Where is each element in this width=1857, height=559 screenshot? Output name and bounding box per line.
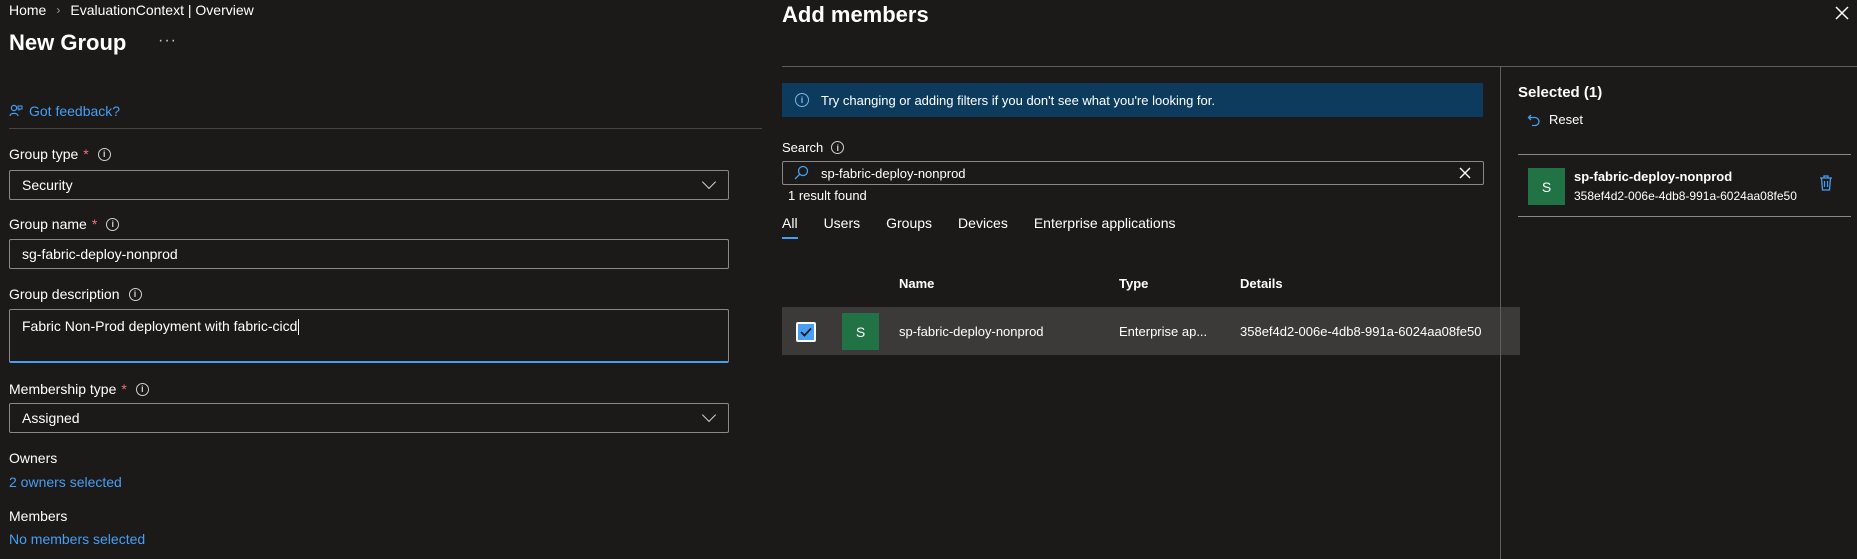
row-type: Enterprise ap... (1119, 324, 1208, 339)
dismiss-icon[interactable] (1457, 165, 1473, 181)
text-cursor (298, 319, 300, 336)
info-icon[interactable]: i (106, 217, 120, 231)
membership-type-label: Membership type * i (9, 381, 149, 397)
selected-item-name: sp-fabric-deploy-nonprod (1574, 169, 1733, 184)
group-type-dropdown[interactable]: Security (9, 170, 729, 200)
panel-divider (1500, 66, 1501, 559)
close-icon[interactable] (1833, 4, 1851, 22)
breadcrumb-home[interactable]: Home (9, 2, 46, 18)
search-input[interactable]: sp-fabric-deploy-nonprod (782, 161, 1484, 185)
info-icon[interactable]: i (831, 141, 845, 154)
group-name-value: sg-fabric-deploy-nonprod (22, 246, 178, 262)
divider (1518, 154, 1851, 155)
info-icon: i (795, 93, 809, 107)
filter-tabs: All Users Groups Devices Enterprise appl… (782, 215, 1201, 239)
group-description-label-text: Group description (9, 286, 120, 302)
row-details: 358ef4d2-006e-4db8-991a-6024aa08fe50 (1240, 324, 1482, 339)
membership-type-value: Assigned (22, 410, 80, 426)
table-header: Name Type Details (782, 276, 1520, 296)
selected-item-details: 358ef4d2-006e-4db8-991a-6024aa08fe50 (1574, 189, 1797, 203)
reset-label: Reset (1549, 112, 1583, 127)
chevron-down-icon (701, 174, 717, 190)
tab-devices[interactable]: Devices (958, 215, 1008, 239)
group-description-label: Group description i (9, 286, 142, 302)
checkmark-icon (800, 327, 812, 337)
result-count: 1 result found (788, 188, 867, 203)
search-value: sp-fabric-deploy-nonprod (821, 165, 966, 181)
group-name-input[interactable]: sg-fabric-deploy-nonprod (9, 239, 729, 269)
divider (782, 66, 1857, 67)
trash-icon[interactable] (1818, 174, 1834, 192)
owners-link[interactable]: 2 owners selected (9, 474, 122, 490)
breadcrumb-context[interactable]: EvaluationContext | Overview (70, 2, 253, 18)
page-title: New Group (9, 30, 127, 55)
group-description-value: Fabric Non-Prod deployment with fabric-c… (22, 318, 298, 334)
required-asterisk: * (91, 216, 98, 232)
members-label-text: Members (9, 508, 68, 524)
banner-text: Try changing or adding filters if you do… (821, 92, 1215, 108)
avatar: S (1528, 168, 1565, 205)
table-row[interactable]: S sp-fabric-deploy-nonprod Enterprise ap… (782, 307, 1520, 355)
group-type-label: Group type * i (9, 146, 111, 162)
membership-type-label-text: Membership type (9, 381, 117, 397)
avatar: S (842, 313, 879, 350)
search-label: Search i (782, 140, 845, 155)
search-icon (794, 165, 809, 180)
info-icon[interactable]: i (135, 382, 149, 396)
group-name-label: Group name * i (9, 216, 120, 232)
group-name-label-text: Group name (9, 216, 87, 232)
breadcrumb: Home › EvaluationContext | Overview (9, 2, 254, 18)
selected-title: Selected (1) (1518, 84, 1603, 101)
new-group-blade: Home › EvaluationContext | Overview New … (0, 0, 762, 559)
divider (1518, 216, 1851, 217)
undo-icon (1527, 114, 1540, 126)
info-banner: i Try changing or adding filters if you … (782, 83, 1483, 117)
feedback-person-icon (9, 104, 23, 117)
tab-groups[interactable]: Groups (886, 215, 932, 239)
members-label: Members (9, 508, 67, 524)
feedback-label: Got feedback? (29, 103, 121, 119)
panel-title: Add members (782, 2, 929, 27)
breadcrumb-separator: › (56, 3, 61, 17)
reset-button[interactable]: Reset (1527, 112, 1583, 127)
group-type-value: Security (22, 177, 73, 193)
required-asterisk: * (83, 146, 89, 162)
members-link[interactable]: No members selected (9, 531, 145, 547)
owners-label: Owners (9, 450, 57, 466)
info-icon[interactable]: i (97, 147, 111, 161)
row-name: sp-fabric-deploy-nonprod (899, 324, 1044, 339)
column-header-name[interactable]: Name (899, 276, 934, 291)
membership-type-dropdown[interactable]: Assigned (9, 403, 729, 433)
column-header-type[interactable]: Type (1119, 276, 1148, 291)
selected-item: S sp-fabric-deploy-nonprod 358ef4d2-006e… (1518, 156, 1851, 216)
tab-all[interactable]: All (782, 215, 798, 239)
divider (9, 128, 762, 129)
column-header-details[interactable]: Details (1240, 276, 1283, 291)
got-feedback-link[interactable]: Got feedback? (9, 103, 120, 119)
row-checkbox[interactable] (796, 322, 816, 342)
chevron-down-icon (701, 407, 717, 423)
owners-label-text: Owners (9, 450, 58, 466)
info-icon[interactable]: i (128, 287, 142, 301)
required-asterisk: * (121, 381, 127, 397)
group-type-label-text: Group type (9, 146, 79, 162)
group-description-textarea[interactable]: Fabric Non-Prod deployment with fabric-c… (9, 309, 729, 363)
add-members-panel: Add members i Try changing or adding fil… (762, 0, 1857, 559)
tab-enterprise-applications[interactable]: Enterprise applications (1034, 215, 1176, 239)
search-label-text: Search (782, 140, 824, 155)
tab-users[interactable]: Users (824, 215, 861, 239)
more-options-button[interactable]: ··· (158, 32, 177, 50)
